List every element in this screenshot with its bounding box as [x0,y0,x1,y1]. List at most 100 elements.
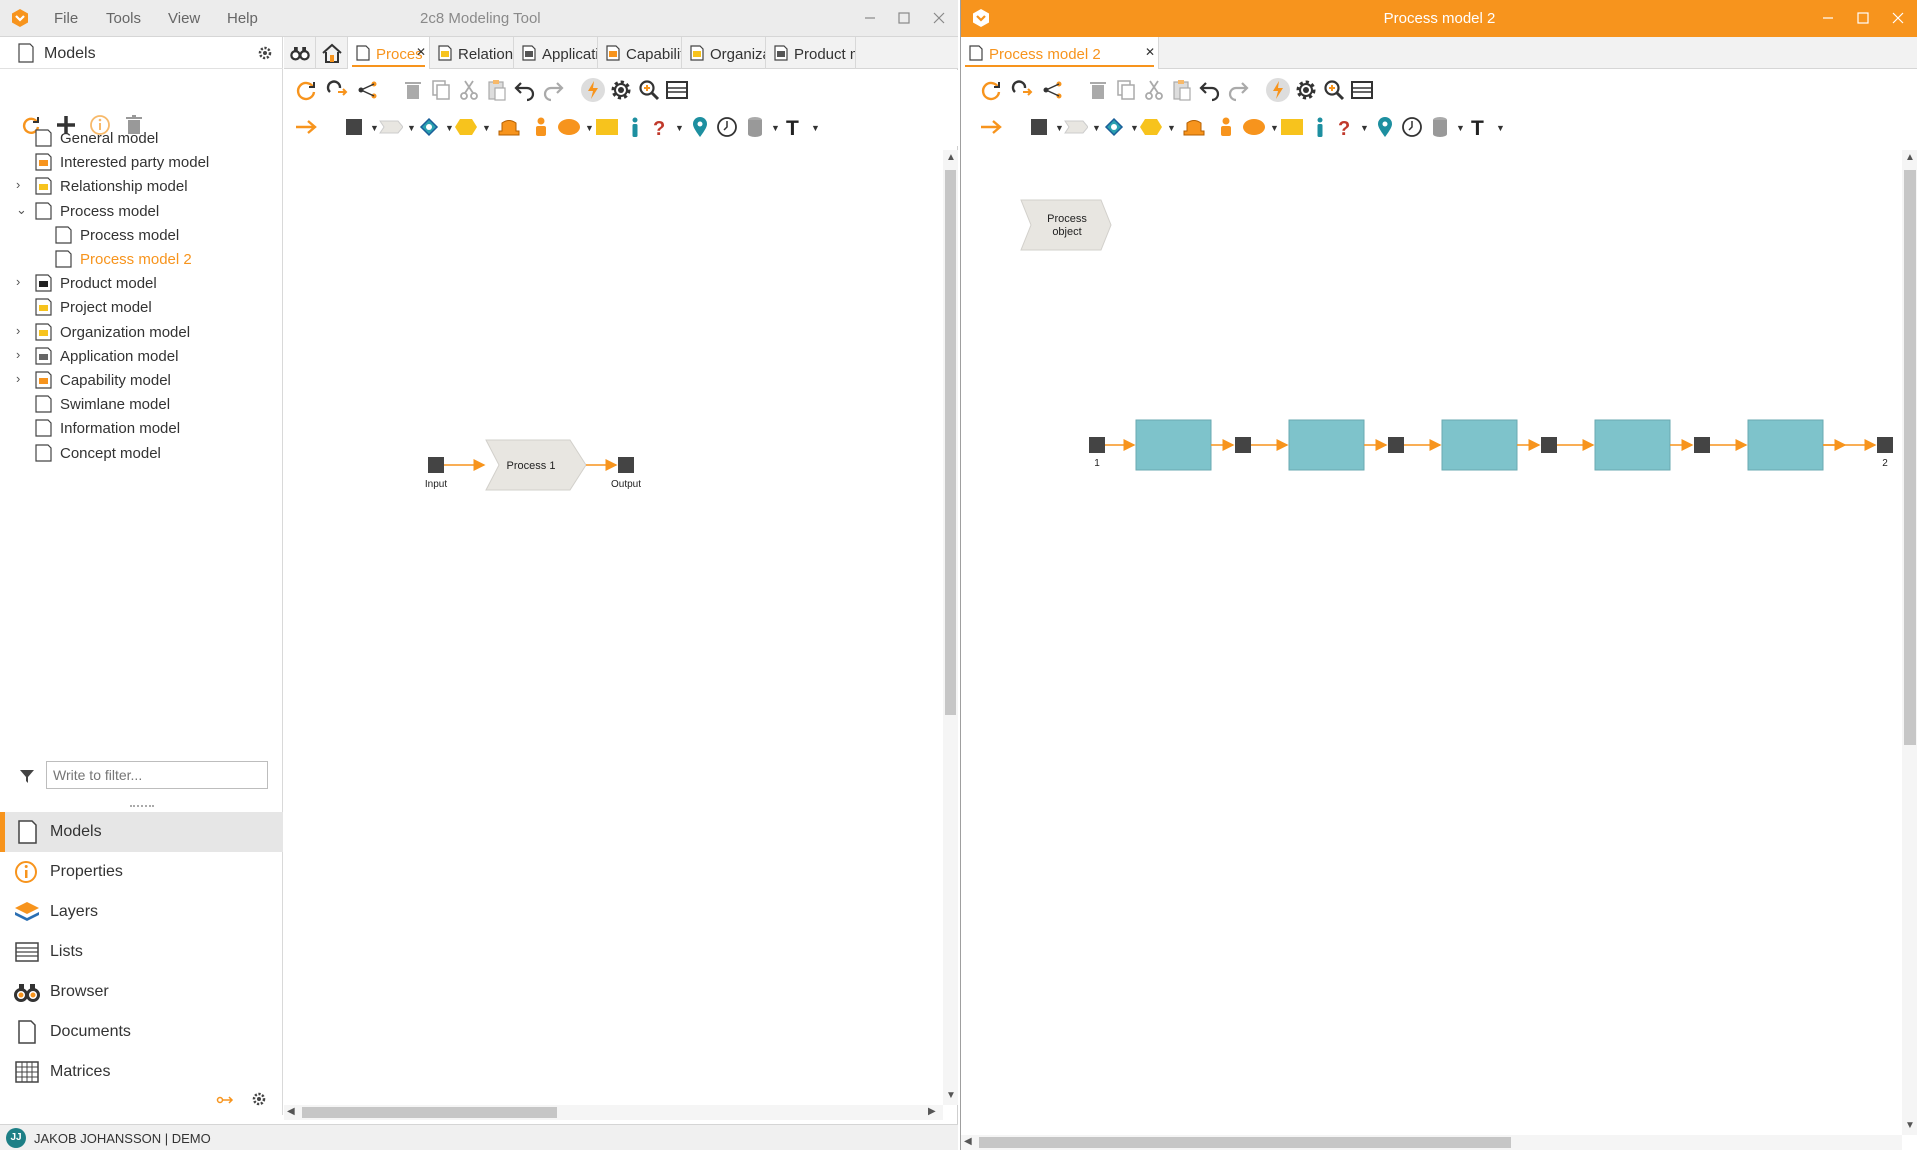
close-window-button[interactable] [1886,6,1910,30]
scroll-thumb[interactable] [1904,170,1916,745]
scroll-up-icon[interactable]: ▲ [946,152,956,163]
tab-browser[interactable] [284,37,316,69]
process-box[interactable] [1135,419,1212,471]
zoom-icon[interactable] [637,78,661,102]
refresh-icon[interactable] [294,78,318,102]
database-tool-icon[interactable] [1428,115,1452,139]
undo-icon[interactable] [513,78,537,102]
footer-settings-icon[interactable] [251,1091,267,1107]
rectangle-tool-icon[interactable] [1280,115,1304,139]
ellipse-tool-icon[interactable] [1242,115,1266,139]
start-node[interactable] [1089,437,1105,453]
refresh-icon[interactable] [979,78,1003,102]
vertical-scrollbar[interactable]: ▲ ▼ [943,150,958,1105]
redo-icon[interactable] [541,78,565,102]
copy-icon[interactable] [429,78,453,102]
chevron-down-icon[interactable]: ▼ [1456,123,1465,133]
process-tool-icon[interactable] [1064,115,1088,139]
cut-icon[interactable] [1142,78,1166,102]
sidebar-settings-icon[interactable] [257,45,273,61]
share-icon[interactable] [1041,78,1065,102]
editor-tab[interactable]: Capability [598,37,682,69]
hexagon-tool-icon[interactable] [1139,115,1163,139]
actor-tool-icon[interactable] [1308,115,1332,139]
location-tool-icon[interactable] [1373,115,1397,139]
ellipse-tool-icon[interactable] [557,115,581,139]
cut-icon[interactable] [457,78,481,102]
node-tool-icon[interactable] [1027,115,1051,139]
scroll-thumb[interactable] [302,1107,557,1118]
actor-tool-icon[interactable] [623,115,647,139]
nav-documents[interactable]: Documents [0,1012,283,1052]
redirect-icon[interactable] [1011,78,1035,102]
scroll-up-icon[interactable]: ▲ [1905,152,1915,163]
maximize-button[interactable] [1851,6,1875,30]
layout-icon[interactable] [1350,78,1374,102]
person-tool-icon[interactable] [529,115,553,139]
chevron-down-icon[interactable]: ▼ [1360,123,1369,133]
chevron-down-icon[interactable]: ▼ [445,123,454,133]
chevron-right-icon[interactable]: › [16,177,30,192]
chevron-down-icon[interactable]: ▼ [1270,123,1279,133]
flow-arrow-tool-icon[interactable] [979,115,1003,139]
rectangle-tool-icon[interactable] [595,115,619,139]
decision-tool-icon[interactable] [417,115,441,139]
process-box[interactable] [1594,419,1671,471]
paste-icon[interactable] [485,78,509,102]
decision-tool-icon[interactable] [1102,115,1126,139]
process-box[interactable] [1441,419,1518,471]
paste-icon[interactable] [1170,78,1194,102]
menu-tools[interactable]: Tools [106,10,141,27]
diagram-canvas[interactable]: Input Process 1 Output [284,150,958,1105]
quick-model-icon[interactable] [581,78,605,102]
nav-matrices[interactable]: Matrices [0,1052,283,1092]
nav-browser[interactable]: Browser [0,972,283,1012]
redirect-icon[interactable] [326,78,350,102]
chevron-down-icon[interactable]: ▼ [1092,123,1101,133]
editor-tab[interactable]: Organizat [682,37,766,69]
delete-icon[interactable] [1086,78,1110,102]
product-tool-icon[interactable] [497,115,521,139]
text-tool-icon[interactable]: T [783,115,807,139]
settings-icon[interactable] [609,78,633,102]
tab-close-icon[interactable]: ✕ [416,45,426,59]
question-tool-icon[interactable]: ? [1332,115,1356,139]
avatar[interactable]: JJ [6,1128,26,1148]
editor-tab[interactable]: Proces ✕ [348,37,430,69]
connector-node[interactable] [1235,437,1251,453]
chevron-down-icon[interactable]: ▼ [1055,123,1064,133]
node-tool-icon[interactable] [342,115,366,139]
vertical-scrollbar[interactable]: ▲ ▼ [1902,150,1917,1135]
hexagon-tool-icon[interactable] [454,115,478,139]
scroll-left-icon[interactable]: ◀ [964,1136,972,1147]
tab-close-icon[interactable]: ✕ [1145,45,1155,59]
connector-node[interactable] [1541,437,1557,453]
diagram-canvas[interactable]: Process object 1 2 [961,150,1896,1135]
tab-process-model-2[interactable]: Process model 2 ✕ [961,37,1159,69]
question-tool-icon[interactable]: ? [647,115,671,139]
chevron-down-icon[interactable]: ▼ [585,123,594,133]
editor-tab[interactable]: Relations [430,37,514,69]
redo-icon[interactable] [1226,78,1250,102]
chevron-down-icon[interactable]: ▼ [675,123,684,133]
flow-arrow-tool-icon[interactable] [294,115,318,139]
chevron-down-icon[interactable]: ▼ [1167,123,1176,133]
share-icon[interactable] [356,78,380,102]
nav-layers[interactable]: Layers [0,892,283,932]
product-tool-icon[interactable] [1182,115,1206,139]
chevron-right-icon[interactable]: › [16,323,30,338]
scroll-right-icon[interactable]: ▶ [928,1106,936,1117]
menu-help[interactable]: Help [227,10,258,27]
horizontal-scrollbar[interactable]: ◀ [961,1135,1902,1150]
link-icon[interactable] [216,1093,234,1107]
undo-icon[interactable] [1198,78,1222,102]
editor-tab[interactable]: Product m [766,37,856,69]
clock-tool-icon[interactable] [715,115,739,139]
copy-icon[interactable] [1114,78,1138,102]
scroll-left-icon[interactable]: ◀ [287,1106,295,1117]
process-object-shape[interactable] [1020,199,1112,251]
editor-tab[interactable]: Applicatio [514,37,598,69]
settings-icon[interactable] [1294,78,1318,102]
nav-lists[interactable]: Lists [0,932,283,972]
chevron-down-icon[interactable]: ⌄ [16,202,30,218]
